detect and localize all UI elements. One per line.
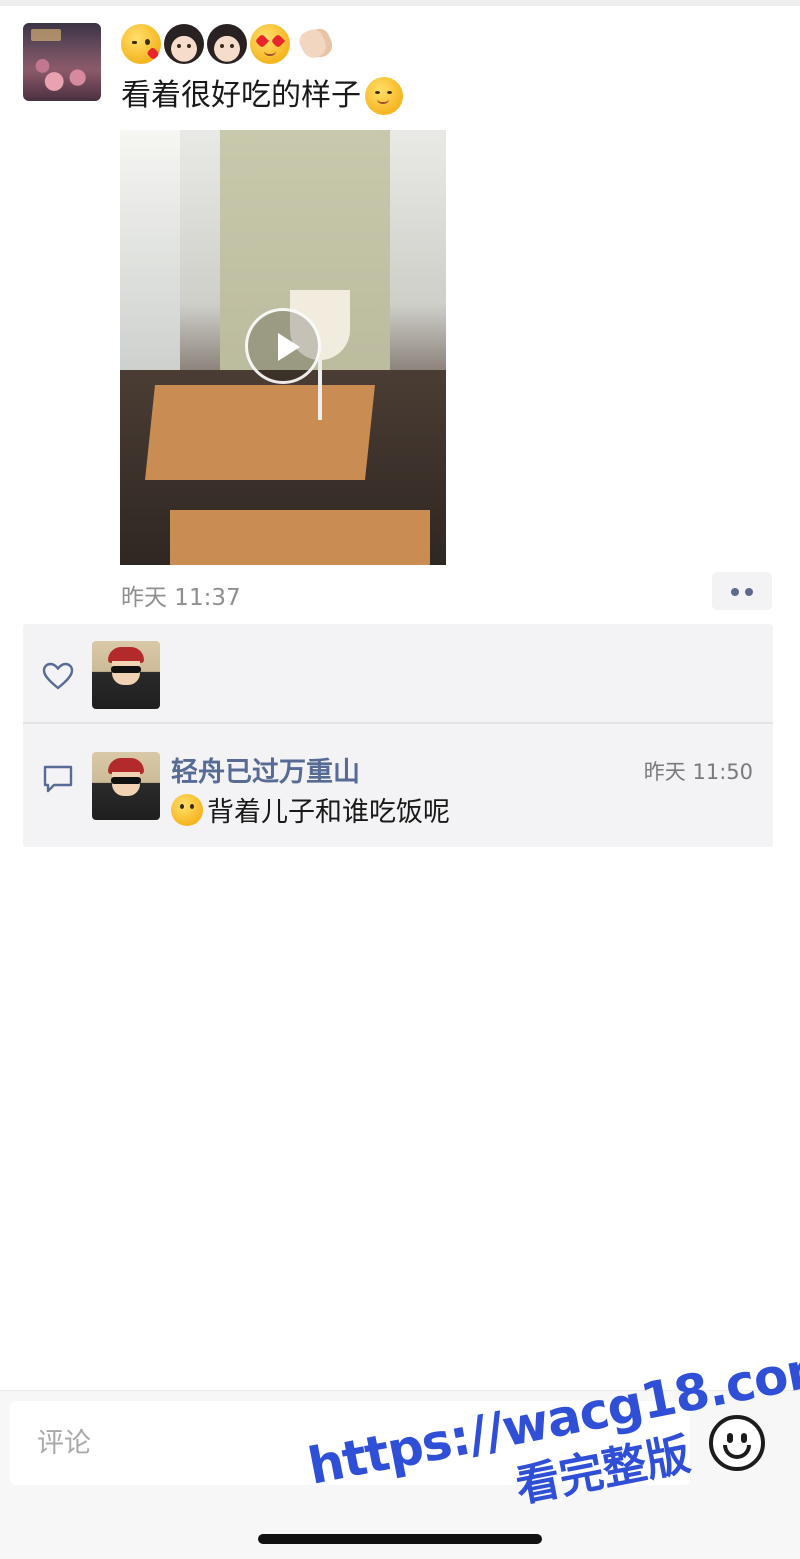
thinking-face-icon [171,793,203,826]
heart-outline-icon [42,662,74,690]
comment-input[interactable] [10,1401,690,1485]
more-actions-button[interactable] [712,572,772,610]
play-icon [278,333,300,361]
poster-avatar[interactable] [23,23,101,101]
comment-text: 背着儿子和谁吃饭呢 [207,797,450,828]
clapping-hands-icon [293,24,333,64]
likes-row [23,624,773,724]
woman-face-icon [164,24,204,64]
kissing-face-icon [121,24,161,64]
liker-avatar[interactable] [92,641,160,709]
post-text-line: 看着很好吃的样子 [121,74,403,118]
woman-face-icon [207,24,247,64]
comment-text-line: 背着儿子和谁吃饭呢 [171,790,450,829]
post-emoji-line [121,24,333,66]
play-button[interactable] [245,308,321,384]
smiling-face-icon [365,77,403,115]
heart-eyes-face-icon [250,24,290,64]
emoji-button[interactable] [709,1415,765,1471]
home-indicator [258,1534,542,1544]
post-time: 昨天 11:37 [121,585,241,611]
comment-bubble-icon [43,765,73,793]
commenter-name[interactable]: 轻舟已过万重山 [171,750,360,789]
two-dots-icon [745,588,753,596]
comment-input-bar [0,1390,800,1559]
video-thumbnail[interactable] [120,130,446,565]
commenter-avatar[interactable] [92,752,160,820]
comment-row[interactable]: 轻舟已过万重山 昨天 11:50 背着儿子和谁吃饭呢 [23,726,773,847]
two-dots-icon [731,588,739,596]
comment-time: 昨天 11:50 [643,760,753,784]
post-text: 看着很好吃的样子 [121,78,361,113]
smiley-icon [727,1433,733,1443]
interaction-panel: 轻舟已过万重山 昨天 11:50 背着儿子和谁吃饭呢 [23,624,773,847]
top-strip [0,0,800,6]
